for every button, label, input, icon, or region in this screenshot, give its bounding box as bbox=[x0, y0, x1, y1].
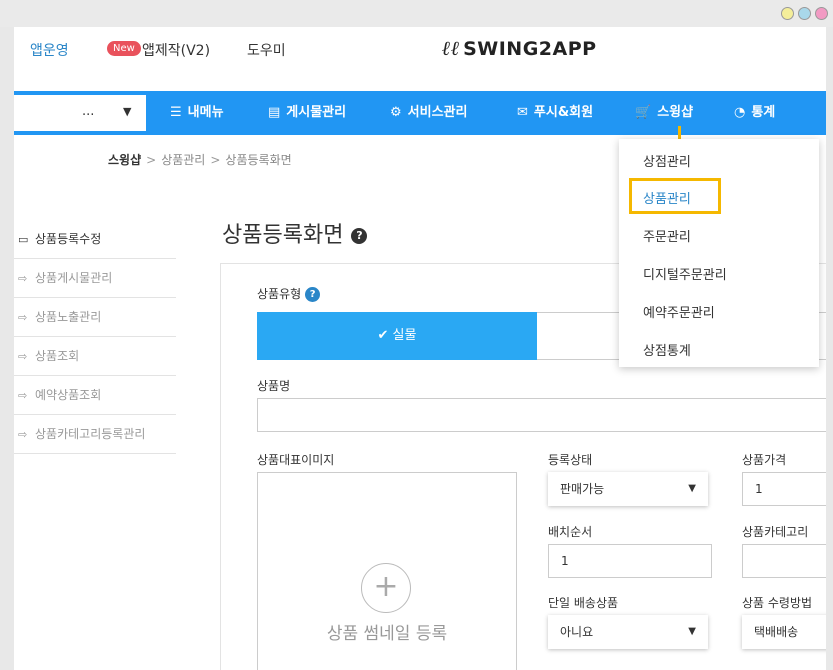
order-input[interactable]: 1 bbox=[548, 544, 712, 578]
close-dot-icon[interactable] bbox=[815, 7, 828, 20]
menu-item-order-manage[interactable]: 주문관리 bbox=[643, 226, 691, 245]
price-input[interactable]: 1 bbox=[742, 472, 826, 506]
app-select-value: ... bbox=[82, 104, 95, 119]
app-manage-link[interactable]: 앱운영 bbox=[30, 40, 69, 60]
app-select[interactable]: ... ▼ bbox=[14, 95, 146, 131]
sidebar-item-label: 상품게시물관리 bbox=[35, 271, 113, 285]
single-ship-value: 아니요 bbox=[560, 625, 594, 639]
nav-stats[interactable]: ◔ 통계 bbox=[734, 91, 775, 135]
nav-label: 서비스관리 bbox=[407, 105, 468, 120]
sidebar-item-product-exposure[interactable]: ⇨ 상품노출관리 bbox=[14, 298, 176, 337]
app-make-link[interactable]: 앱제작(V2) bbox=[142, 40, 210, 60]
nav-label: 푸시&회원 bbox=[533, 105, 594, 120]
type-physical-button[interactable]: ✔ 실물 bbox=[257, 312, 537, 360]
thumbnail-placeholder: 상품 썸네일 등록 bbox=[326, 624, 448, 644]
pie-chart-icon: ◔ bbox=[734, 105, 746, 120]
menu-item-store-manage[interactable]: 상점관리 bbox=[643, 151, 691, 170]
price-label: 상품가격 bbox=[742, 453, 787, 467]
category-label: 상품카테고리 bbox=[742, 525, 809, 539]
inbox-icon: ▭ bbox=[18, 233, 29, 246]
menu-item-digital-order[interactable]: 디지털주문관리 bbox=[643, 264, 727, 283]
menu-icon: ☰ bbox=[170, 105, 182, 120]
receive-label: 상품 수령방법 bbox=[742, 596, 813, 610]
breadcrumb-item: 상품등록화면 bbox=[225, 153, 292, 167]
nav-label: 스윙샵 bbox=[657, 105, 694, 120]
window-titlebar bbox=[0, 0, 833, 27]
order-label: 배치순서 bbox=[548, 525, 593, 539]
sidebar-item-label: 상품등록수정 bbox=[35, 232, 102, 246]
sidebar-item-product-edit[interactable]: ▭ 상품등록수정 bbox=[14, 220, 176, 259]
category-input[interactable] bbox=[742, 544, 826, 578]
status-select[interactable]: 판매가능 ▼ bbox=[548, 472, 708, 506]
sign-in-icon: ⇨ bbox=[18, 350, 28, 363]
status-label: 등록상태 bbox=[548, 453, 593, 467]
help-icon[interactable]: ? bbox=[351, 228, 368, 244]
sidebar-item-product-search[interactable]: ⇨ 상품조회 bbox=[14, 337, 176, 376]
type-label: 상품유형? bbox=[257, 285, 321, 302]
chevron-down-icon: ▼ bbox=[688, 483, 696, 494]
sidebar-item-reservation-search[interactable]: ⇨ 예약상품조회 bbox=[14, 376, 176, 415]
breadcrumb-item[interactable]: 스윙샵 bbox=[108, 153, 141, 167]
nav-swing-shop[interactable]: 🛒 스윙샵 bbox=[635, 91, 693, 135]
plus-icon: + bbox=[361, 563, 411, 613]
menu-item-reservation-order[interactable]: 예약주문관리 bbox=[643, 302, 715, 321]
sign-in-icon: ⇨ bbox=[18, 389, 28, 402]
help-link[interactable]: 도우미 bbox=[247, 40, 286, 60]
chevron-down-icon: ▼ bbox=[123, 105, 132, 118]
new-badge: New bbox=[107, 41, 141, 56]
logo[interactable]: ℓℓ SWING2APP bbox=[442, 36, 597, 61]
sidebar-item-label: 상품카테고리등록관리 bbox=[35, 427, 146, 441]
status-value: 판매가능 bbox=[560, 482, 605, 496]
cart-icon: 🛒 bbox=[635, 105, 652, 120]
sign-in-icon: ⇨ bbox=[18, 311, 28, 324]
nav-my-menu[interactable]: ☰ 내메뉴 bbox=[170, 91, 224, 135]
top-bar: 앱운영 New 앱제작(V2) 도우미 ℓℓ SWING2APP bbox=[14, 27, 826, 91]
sidebar-item-label: 상품조회 bbox=[35, 349, 80, 363]
menu-item-product-manage[interactable]: 상품관리 bbox=[643, 188, 691, 207]
thumbnail-upload[interactable]: + 상품 썸네일 등록 bbox=[257, 472, 517, 670]
minimize-dot-icon[interactable] bbox=[781, 7, 794, 20]
nav-label: 통계 bbox=[751, 105, 776, 120]
breadcrumb-item[interactable]: 상품관리 bbox=[161, 153, 205, 167]
product-name-input[interactable] bbox=[257, 398, 826, 432]
menu-item-store-stats[interactable]: 상점통계 bbox=[643, 340, 691, 359]
sidebar: ▭ 상품등록수정 ⇨ 상품게시물관리 ⇨ 상품노출관리 ⇨ 상품조회 ⇨ 예약상품조회 ⇨… bbox=[14, 220, 176, 454]
nav-push-members[interactable]: ✉ 푸시&회원 bbox=[517, 91, 593, 135]
sign-in-icon: ⇨ bbox=[18, 428, 28, 441]
breadcrumb-separator: > bbox=[146, 153, 157, 167]
question-icon[interactable]: ? bbox=[305, 287, 321, 302]
page-title-text: 상품등록화면 bbox=[222, 223, 344, 248]
logo-text: SWING2APP bbox=[463, 38, 597, 60]
single-ship-select[interactable]: 아니요 ▼ bbox=[548, 615, 708, 649]
nav-service[interactable]: ⚙ 서비스관리 bbox=[390, 91, 467, 135]
envelope-icon: ✉ bbox=[517, 105, 528, 120]
image-label: 상품대표이미지 bbox=[257, 453, 335, 467]
sidebar-item-category-manage[interactable]: ⇨ 상품카테고리등록관리 bbox=[14, 415, 176, 454]
main-nav: ... ▼ ☰ 내메뉴 ▤ 게시물관리 ⚙ 서비스관리 ✉ 푸시&회원 🛒 스윙샵 ◔ 통계 bbox=[14, 91, 826, 135]
shop-dropdown-menu: 상점관리 상품관리 주문관리 디지털주문관리 예약주문관리 상점통계 bbox=[619, 139, 819, 367]
name-label: 상품명 bbox=[257, 379, 291, 393]
sidebar-item-product-posts[interactable]: ⇨ 상품게시물관리 bbox=[14, 259, 176, 298]
page-title: 상품등록화면? bbox=[222, 217, 368, 249]
receive-value: 택배배송 bbox=[754, 625, 799, 639]
sidebar-item-label: 상품노출관리 bbox=[35, 310, 102, 324]
breadcrumb: 스윙샵 > 상품관리 > 상품등록화면 bbox=[108, 151, 292, 168]
gear-icon: ⚙ bbox=[390, 105, 402, 120]
sidebar-item-label: 예약상품조회 bbox=[35, 388, 102, 402]
sign-in-icon: ⇨ bbox=[18, 272, 28, 285]
app-frame: 앱운영 New 앱제작(V2) 도우미 ℓℓ SWING2APP ... ▼ ☰ 내… bbox=[14, 27, 826, 670]
single-ship-label: 단일 배송상품 bbox=[548, 596, 619, 610]
nav-label: 내메뉴 bbox=[187, 105, 224, 120]
document-icon: ▤ bbox=[268, 105, 281, 120]
nav-posts[interactable]: ▤ 게시물관리 bbox=[268, 91, 346, 135]
breadcrumb-separator: > bbox=[210, 153, 221, 167]
maximize-dot-icon[interactable] bbox=[798, 7, 811, 20]
logo-mark: ℓℓ bbox=[442, 36, 461, 60]
nav-label: 게시물관리 bbox=[286, 105, 347, 120]
chevron-down-icon: ▼ bbox=[688, 626, 696, 637]
type-label-text: 상품유형 bbox=[257, 287, 302, 301]
receive-select[interactable]: 택배배송 bbox=[742, 615, 826, 649]
